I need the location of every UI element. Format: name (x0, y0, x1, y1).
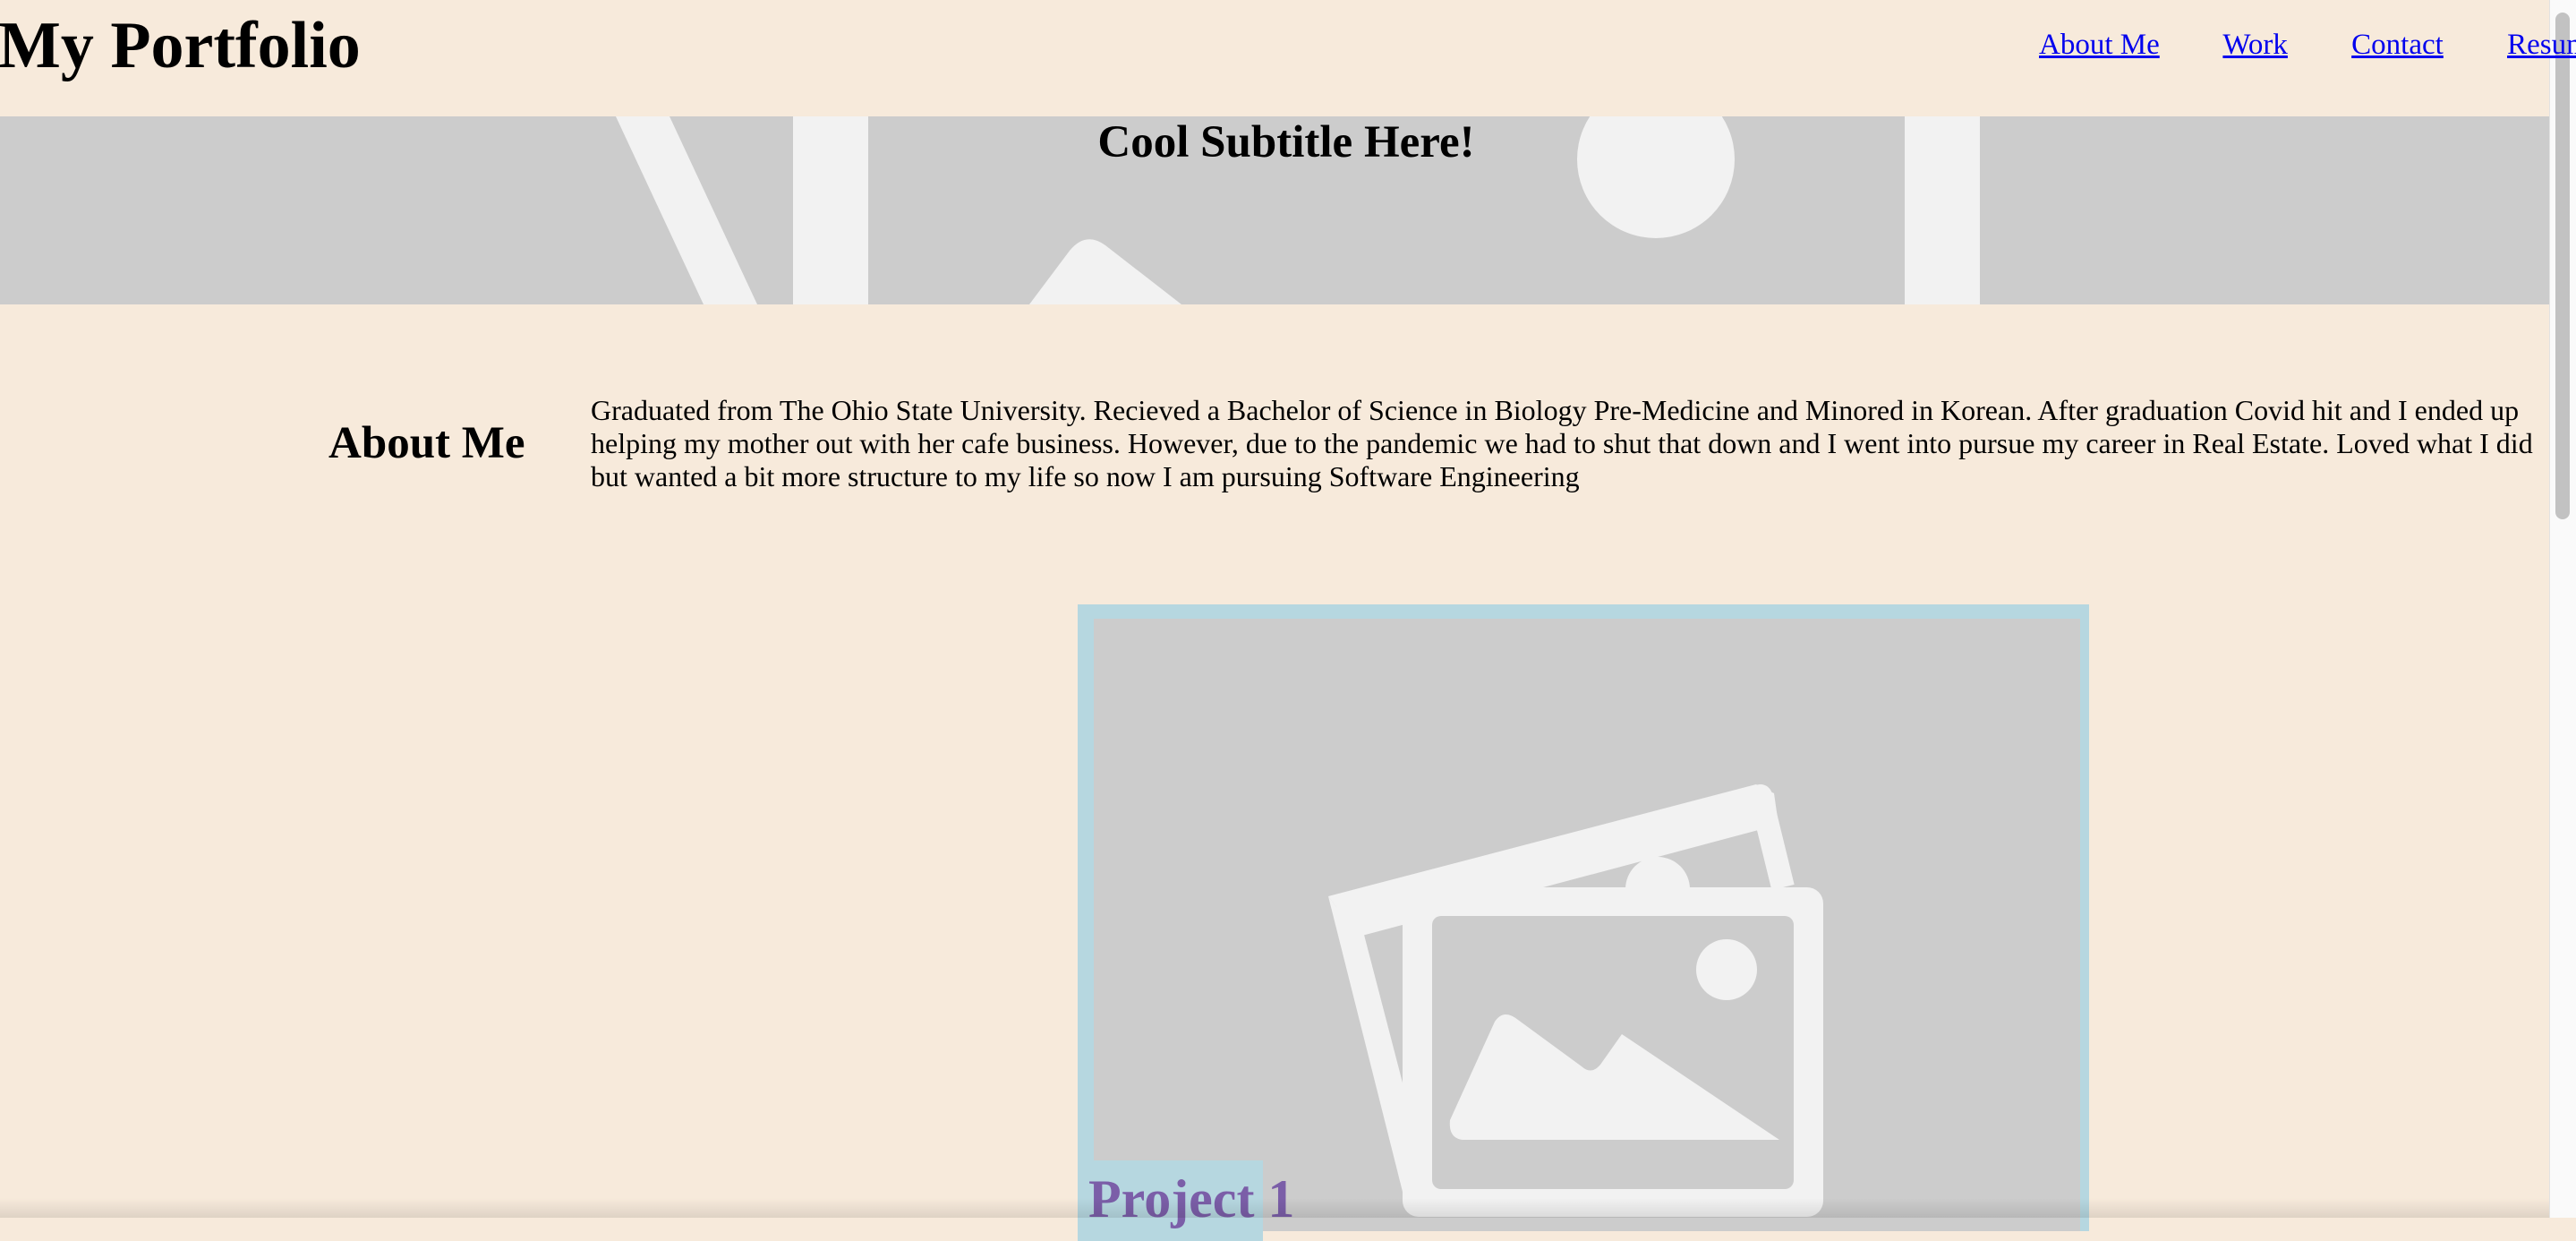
nav-resume-link[interactable]: Resum (2507, 29, 2576, 61)
hero-subtitle: Cool Subtitle Here! (1097, 117, 1475, 167)
main-nav: About Me Work Contact Resum (2039, 27, 2576, 63)
project-card[interactable]: Project 1 (1078, 604, 2089, 1241)
project-card-label-box: Project 1 (1078, 1160, 1294, 1241)
project-card-image[interactable] (1094, 619, 2080, 1231)
about-text: Graduated from The Ohio State University… (591, 394, 2533, 492)
site-title: My Portfolio (0, 9, 361, 82)
about-heading: About Me (328, 418, 525, 468)
hero-banner: Cool Subtitle Here! (0, 116, 2549, 304)
scrollbar-thumb[interactable] (2555, 13, 2570, 519)
site-header: My Portfolio About Me Work Contact Resum (0, 0, 2576, 116)
nav-contact-link[interactable]: Contact (2351, 29, 2444, 61)
nav-work-link[interactable]: Work (2222, 29, 2288, 61)
image-placeholder-icon (1328, 784, 1823, 1217)
project-card-label[interactable]: Project 1 (1088, 1168, 1294, 1230)
nav-about-me-link[interactable]: About Me (2039, 29, 2160, 61)
